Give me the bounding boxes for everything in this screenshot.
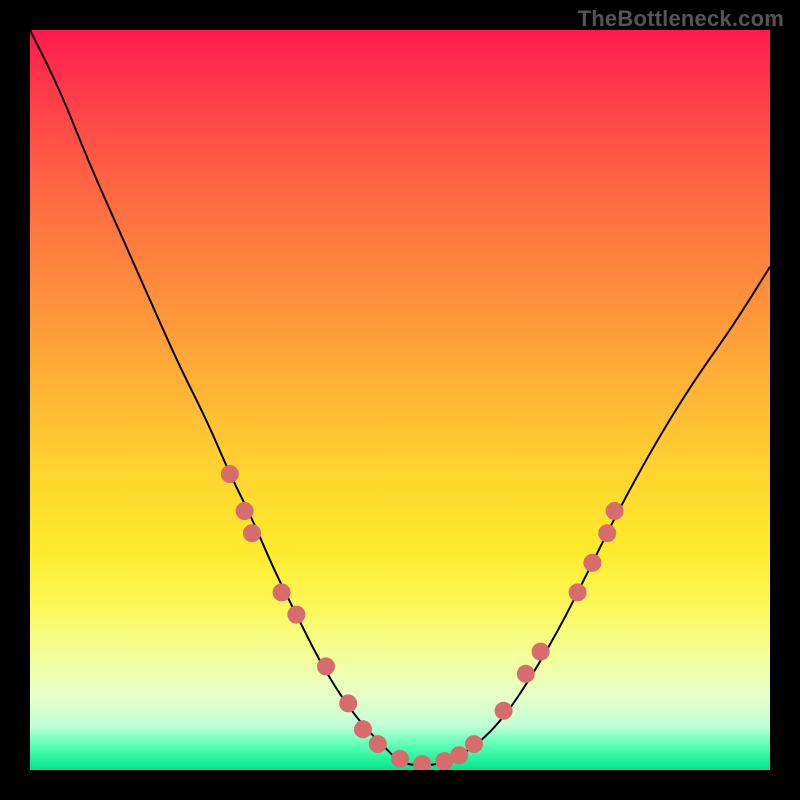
marker-dot [606,502,624,520]
marker-dot [273,583,291,601]
marker-dots-group [221,465,624,770]
marker-dot [465,735,483,753]
marker-dot [354,720,372,738]
plot-area [30,30,770,770]
marker-dot [391,750,409,768]
marker-dot [583,554,601,572]
marker-dot [221,465,239,483]
marker-dot [243,524,261,542]
marker-dot [598,524,616,542]
bottleneck-curve [30,30,770,765]
marker-dot [413,755,431,770]
chart-stage: TheBottleneck.com [0,0,800,800]
marker-dot [369,735,387,753]
marker-dot [569,583,587,601]
marker-dot [495,702,513,720]
marker-dot [287,606,305,624]
watermark-text: TheBottleneck.com [578,6,784,32]
marker-dot [517,665,535,683]
marker-dot [236,502,254,520]
curve-overlay [30,30,770,770]
marker-dot [339,694,357,712]
marker-dot [532,643,550,661]
marker-dot [317,657,335,675]
marker-dot [450,746,468,764]
